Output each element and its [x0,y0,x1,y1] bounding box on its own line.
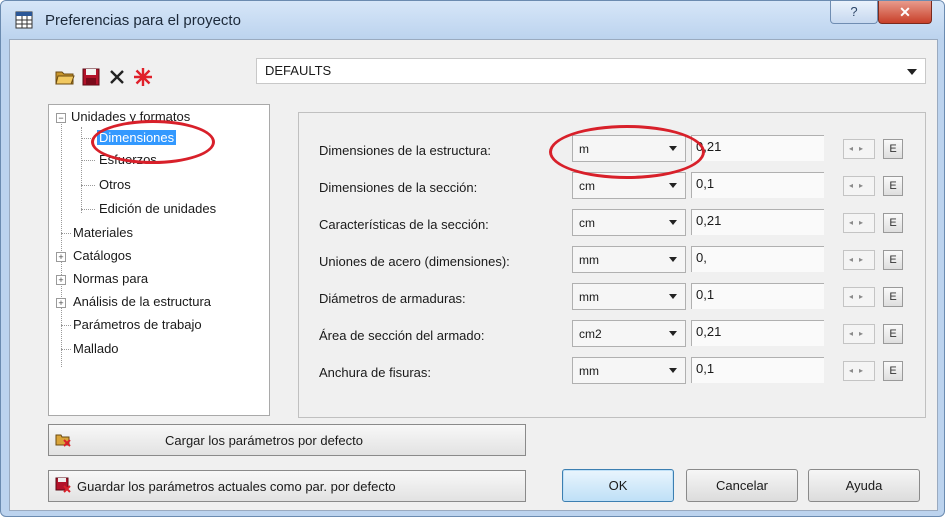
tree-item-others[interactable]: Otros [99,177,131,192]
unit-select[interactable]: cm [572,209,686,236]
spin-arrows-icon[interactable]: ◂▸ [843,287,875,307]
unit-select[interactable]: cm2 [572,320,686,347]
row-label: Dimensiones de la estructura: [319,143,491,158]
edit-button[interactable]: E [883,287,903,307]
tree-item-forces[interactable]: Esfuerzos [99,152,157,167]
precision-value: 0,21 [696,324,722,339]
spin-arrows-icon[interactable]: ◂▸ [843,250,875,270]
edit-button[interactable]: E [883,176,903,196]
close-button[interactable]: ✕ [878,1,932,24]
preset-select[interactable]: DEFAULTS [256,58,926,84]
spin-arrows-icon[interactable]: ◂▸ [843,213,875,233]
precision-input[interactable]: 0, [691,246,824,272]
grid-app-icon [15,11,33,29]
help-title-button[interactable]: ? [830,1,878,24]
row-label: Características de la sección: [319,217,489,232]
precision-value: 0,1 [696,176,715,191]
precision-input[interactable]: 0,1 [691,357,824,383]
precision-value: 0,1 [696,361,715,376]
unit-select-value: cm2 [579,327,602,341]
red-star-icon[interactable] [132,66,154,88]
tree-item-materials[interactable]: Materiales [73,225,133,240]
settings-tree: − Unidades y formatos Dimensiones Esfuer… [48,104,270,416]
spin-arrows-icon[interactable]: ◂▸ [843,324,875,344]
row-label: Dimensiones de la sección: [319,180,478,195]
tree-item-work-params[interactable]: Parámetros de trabajo [73,317,202,332]
unit-select-value: cm [579,179,595,193]
expand-icon[interactable]: + [56,298,66,308]
collapse-icon[interactable]: − [56,113,66,123]
unit-select-value: mm [579,364,599,378]
precision-input[interactable]: 0,21 [691,209,824,235]
row-label: Diámetros de armaduras: [319,291,466,306]
chevron-down-icon [669,331,677,336]
precision-value: 0,21 [696,213,722,228]
unit-select[interactable]: mm [572,246,686,273]
edit-button[interactable]: E [883,324,903,344]
expand-icon[interactable]: + [56,252,66,262]
row-label: Área de sección del armado: [319,328,485,343]
window-title: Preferencias para el proyecto [45,12,241,29]
tree-item-mesh[interactable]: Mallado [73,341,119,356]
save-defaults-button[interactable]: Guardar los parámetros actuales como par… [48,470,526,502]
unit-select[interactable]: mm [572,283,686,310]
unit-select[interactable]: mm [572,357,686,384]
load-defaults-button[interactable]: Cargar los parámetros por defecto [48,424,526,456]
precision-input[interactable]: 0,21 [691,320,824,346]
dialog-client-area: DEFAULTS − Unidades y formatos Dimension… [9,39,938,511]
chevron-down-icon [907,69,917,75]
ok-button[interactable]: OK [562,469,674,502]
edit-button[interactable]: E [883,361,903,381]
spin-arrows-icon[interactable]: ◂▸ [843,139,875,159]
unit-select[interactable]: cm [572,172,686,199]
precision-value: 0,21 [696,139,722,154]
tree-item-dimensions[interactable]: Dimensiones [97,130,177,145]
tree-item-analysis[interactable]: Análisis de la estructura [73,294,211,309]
precision-value: 0, [696,250,707,265]
chevron-down-icon [669,257,677,262]
tree-item-unit-edit[interactable]: Edición de unidades [99,201,216,216]
preset-select-value: DEFAULTS [265,63,332,78]
edit-button[interactable]: E [883,213,903,233]
unit-select-value: m [579,142,589,156]
unit-select-value: mm [579,290,599,304]
help-button[interactable]: Ayuda [808,469,920,502]
unit-select-value: mm [579,253,599,267]
unit-select-value: cm [579,216,595,230]
folder-open-icon[interactable] [54,66,76,88]
precision-value: 0,1 [696,287,715,302]
load-defaults-label: Cargar los parámetros por defecto [165,433,363,448]
chevron-down-icon [669,146,677,151]
row-label: Uniones de acero (dimensiones): [319,254,510,269]
tree-item-catalogs[interactable]: Catálogos [73,248,132,263]
chevron-down-icon [669,368,677,373]
precision-input[interactable]: 0,1 [691,283,824,309]
edit-button[interactable]: E [883,250,903,270]
spin-arrows-icon[interactable]: ◂▸ [843,176,875,196]
x-delete-icon[interactable] [106,66,128,88]
expand-icon[interactable]: + [56,275,66,285]
tree-item-units-formats[interactable]: Unidades y formatos [71,109,190,124]
unit-select[interactable]: m [572,135,686,162]
preferences-dialog: Preferencias para el proyecto ? ✕ DEFAUL… [0,0,945,517]
tree-item-codes[interactable]: Normas para [73,271,148,286]
cancel-button[interactable]: Cancelar [686,469,798,502]
precision-input[interactable]: 0,21 [691,135,824,161]
units-panel: Dimensiones de la estructura: m 0,21 ◂▸ … [298,112,926,418]
row-label: Anchura de fisuras: [319,365,432,380]
save-defaults-label: Guardar los parámetros actuales como par… [77,479,396,494]
chevron-down-icon [669,220,677,225]
title-bar: Preferencias para el proyecto ? ✕ [1,1,944,39]
floppy-disk-icon[interactable] [80,66,102,88]
save-disk-icon [55,477,71,493]
chevron-down-icon [669,183,677,188]
precision-input[interactable]: 0,1 [691,172,824,198]
load-folder-icon [55,434,71,447]
chevron-down-icon [669,294,677,299]
edit-button[interactable]: E [883,139,903,159]
spin-arrows-icon[interactable]: ◂▸ [843,361,875,381]
